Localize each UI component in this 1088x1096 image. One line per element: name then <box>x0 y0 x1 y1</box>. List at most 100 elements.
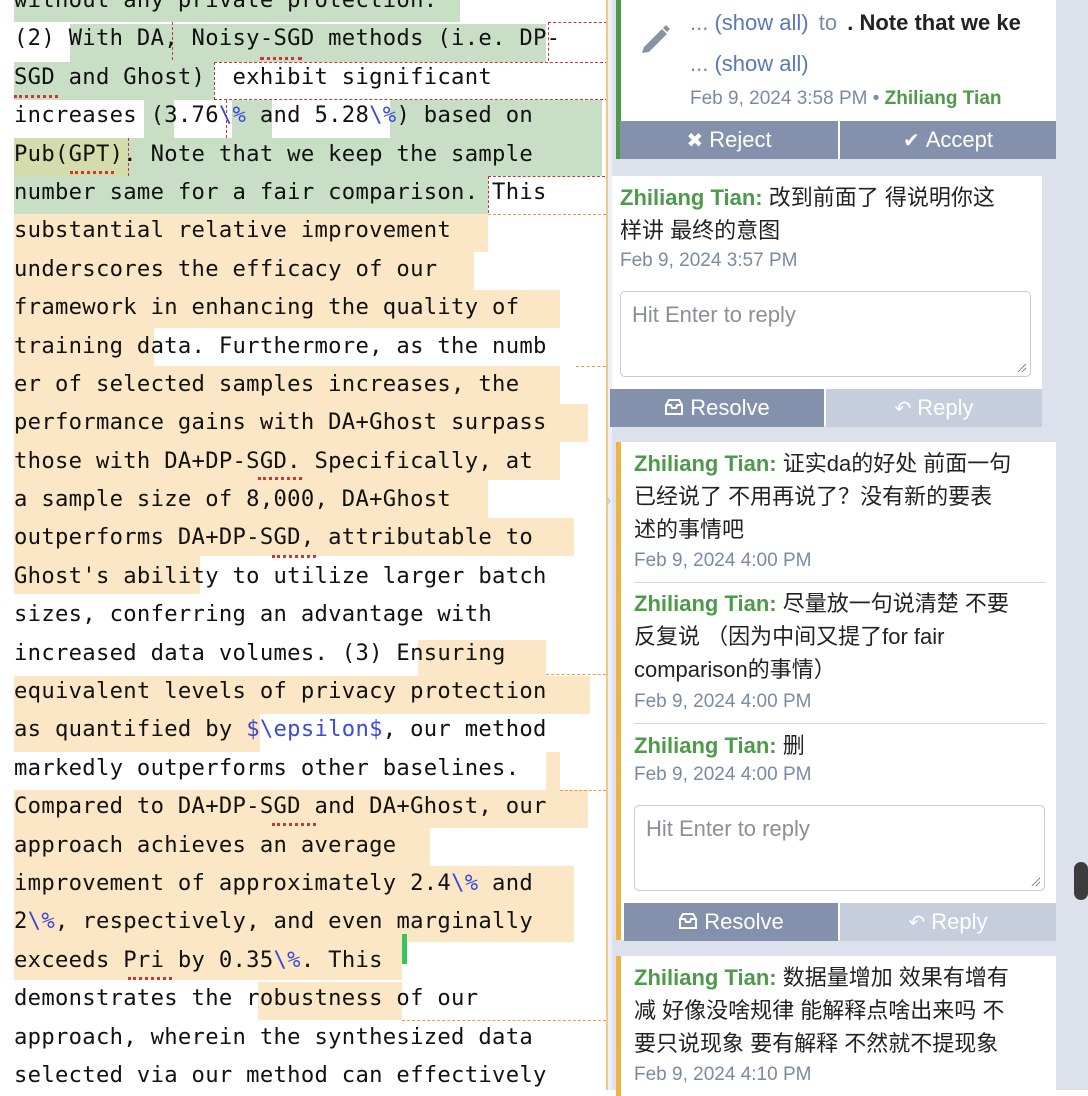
scrollbar-thumb[interactable] <box>1074 862 1088 900</box>
comment-author: Zhiliang Tian: <box>634 591 777 616</box>
editor-line[interactable]: improvement of approximately 2.4\% and <box>14 864 560 902</box>
editor-line[interactable]: Ghost's ability to utilize larger batch <box>14 557 560 595</box>
editor-line[interactable]: number same for a fair comparison. This <box>14 173 560 211</box>
ellipsis: ... <box>690 51 709 76</box>
editor-line[interactable]: sizes, conferring an advantage with <box>14 595 560 633</box>
resolve-button[interactable]: Resolve <box>610 389 824 427</box>
editor-line[interactable]: 2\%, respectively, and even marginally <box>14 902 560 940</box>
resolve-label: Resolve <box>704 909 784 934</box>
change-date: Feb 9, 2024 3:58 PM <box>690 88 868 109</box>
editor-line[interactable]: demonstrates the robustness of our <box>14 979 560 1017</box>
comment-author: Zhiliang Tian: <box>634 733 777 758</box>
comment-text: 数据量增加 效果有增有 <box>782 965 1009 990</box>
editor-line[interactable]: Compared to DA+DP-SGD and DA+Ghost, our <box>14 787 560 825</box>
editor-line[interactable]: increases (3.76\% and 5.28\%) based on <box>14 96 560 134</box>
comment-date: Feb 9, 2024 3:57 PM <box>620 250 798 271</box>
comment-connector <box>560 790 606 791</box>
inserted-text: . Note that we ke <box>847 10 1021 35</box>
comment-date: Feb 9, 2024 4:00 PM <box>634 764 812 785</box>
code-editor[interactable]: without any private protection. (2) With … <box>0 0 606 1090</box>
reply-icon: ↶ <box>908 912 926 934</box>
resize-handle-icon[interactable] <box>1030 876 1040 886</box>
reply-button[interactable]: ↶ Reply <box>840 903 1056 941</box>
reply-input[interactable]: Hit Enter to reply <box>634 805 1045 891</box>
comment-text: 反复说 （因为中间又提了for fair <box>634 624 945 649</box>
resize-handle-icon[interactable] <box>1016 362 1026 372</box>
bullet: • <box>872 88 880 109</box>
comment-text: 删 <box>782 733 805 758</box>
chevron-right-icon[interactable]: › <box>606 492 611 510</box>
show-all-link[interactable]: (show all) <box>714 51 808 76</box>
pencil-icon <box>638 22 672 56</box>
divider <box>634 723 1046 724</box>
editor-line[interactable]: approach achieves an average <box>14 826 560 864</box>
editor-line[interactable]: increased data volumes. (3) Ensuring <box>14 634 560 672</box>
editor-line[interactable]: equivalent levels of privacy protection <box>14 672 560 710</box>
card-accent-bar <box>616 442 621 940</box>
comment-thread: Zhiliang Tian: 数据量增加 效果有增有 减 好像没啥规律 能解释点… <box>616 956 1056 1096</box>
comment-date: Feb 9, 2024 4:10 PM <box>634 1064 812 1085</box>
latex-macro: \% <box>273 946 301 973</box>
comment-date: Feb 9, 2024 4:00 PM <box>634 550 812 571</box>
card-accent-bar <box>616 956 621 1096</box>
comment-thread: Zhiliang Tian: 改到前面了 得说明你这 样讲 最终的意图 Feb … <box>610 176 1042 427</box>
latex-macro: \% <box>451 869 479 896</box>
reply-button[interactable]: ↶ Reply <box>826 389 1042 427</box>
editor-line[interactable]: as quantified by $\epsilon$, our method <box>14 710 560 748</box>
reply-placeholder: Hit Enter to reply <box>646 816 810 841</box>
comment-body: Zhiliang Tian: 证实da的好处 前面一句 已经说了 不用再说了？没… <box>634 447 1044 546</box>
close-icon: ✖ <box>686 130 704 152</box>
comment-text: 改到前面了 得说明你这 <box>768 185 995 210</box>
reject-button[interactable]: ✖ Reject <box>620 121 838 159</box>
editor-line[interactable]: performance gains with DA+Ghost surpass <box>14 403 560 441</box>
reply-label: Reply <box>931 909 988 934</box>
ellipsis: ... <box>690 10 709 35</box>
comment-date: Feb 9, 2024 4:00 PM <box>634 691 812 712</box>
editor-line[interactable]: SGD and Ghost) exhibit significant <box>14 58 560 96</box>
editor-line[interactable]: outperforms DA+DP-SGD, attributable to <box>14 518 560 556</box>
comment-text: 证实da的好处 前面一句 <box>782 451 1012 476</box>
comment-author: Zhiliang Tian: <box>634 965 777 990</box>
check-icon: ✔ <box>902 130 920 152</box>
accept-button[interactable]: ✔ Accept <box>840 121 1056 159</box>
comment-body: Zhiliang Tian: 数据量增加 效果有增有 减 好像没啥规律 能解释点… <box>634 961 1044 1060</box>
divider <box>634 582 1046 583</box>
comment-text: comparison的事情） <box>634 657 836 682</box>
change-summary: ... (show all) to . Note that we ke <box>690 6 1021 39</box>
editor-line[interactable]: substantial relative improvement <box>14 211 560 249</box>
editor-line[interactable]: exceeds Pri by 0.35\%. This <box>14 941 560 979</box>
comment-text: 尽量放一句说清楚 不要 <box>782 591 1009 616</box>
comment-body: Zhiliang Tian: 尽量放一句说清楚 不要 反复说 （因为中间又提了f… <box>634 587 1044 686</box>
editor-text[interactable]: without any private protection. (2) With … <box>14 0 560 1090</box>
comment-connector <box>576 366 606 367</box>
editor-line[interactable]: a sample size of 8,000, DA+Ghost <box>14 480 560 518</box>
comment-text: 已经说了 不用再说了？没有新的要表 <box>634 484 993 509</box>
review-panel: ... (show all) to . Note that we ke ... … <box>610 0 1088 1096</box>
comment-text: 述的事情吧 <box>634 517 745 542</box>
editor-line[interactable]: er of selected samples increases, the <box>14 365 560 403</box>
editor-line[interactable]: approach, wherein the synthesized data <box>14 1018 560 1056</box>
editor-line[interactable]: markedly outperforms other baselines. <box>14 749 560 787</box>
editor-line[interactable]: framework in enhancing the quality of <box>14 288 560 326</box>
editor-line[interactable]: selected via our method can effectively <box>14 1056 560 1090</box>
comment-text: 要只说现象 要有解释 不然就不提现象 <box>634 1031 999 1056</box>
latex-macro: \% <box>27 908 55 935</box>
comment-author: Zhiliang Tian: <box>620 185 763 210</box>
comment-text: 样讲 最终的意图 <box>620 218 781 243</box>
latex-macro: \% <box>369 102 397 129</box>
text-cursor <box>402 934 407 964</box>
editor-line[interactable]: underscores the efficacy of our <box>14 250 560 288</box>
editor-line[interactable]: Pub(GPT). Note that we keep the sample <box>14 135 560 173</box>
comment-body: Zhiliang Tian: 改到前面了 得说明你这 样讲 最终的意图 <box>620 181 1030 247</box>
comment-thread: Zhiliang Tian: 证实da的好处 前面一句 已经说了 不用再说了？没… <box>616 442 1056 941</box>
editor-line[interactable]: without any private protection. <box>14 0 560 19</box>
comment-body: Zhiliang Tian: 删 <box>634 729 1044 762</box>
resolve-button[interactable]: Resolve <box>624 903 838 941</box>
show-all-link[interactable]: (show all) <box>714 10 808 35</box>
editor-line[interactable]: those with DA+DP-SGD. Specifically, at <box>14 442 560 480</box>
accept-label: Accept <box>925 127 994 152</box>
editor-line[interactable]: training data. Furthermore, as the numb <box>14 327 560 365</box>
editor-line[interactable]: (2) With DA, Noisy-SGD methods (i.e. DP- <box>14 19 560 57</box>
reply-input[interactable]: Hit Enter to reply <box>620 291 1031 377</box>
latex-macro: \% <box>218 102 247 129</box>
